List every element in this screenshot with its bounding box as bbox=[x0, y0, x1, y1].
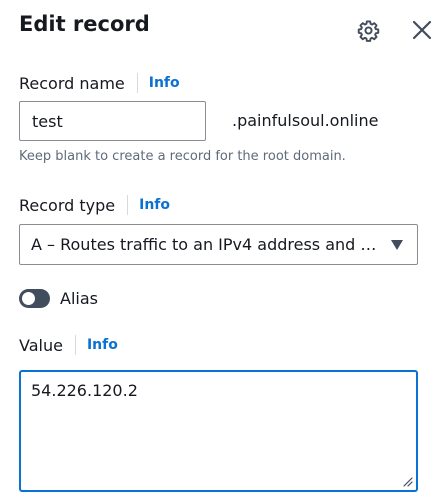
record-name-info-link[interactable]: Info bbox=[149, 75, 180, 91]
label-divider bbox=[136, 73, 138, 93]
value-textarea[interactable]: 54.226.120.2 bbox=[19, 370, 418, 492]
label-divider bbox=[127, 195, 129, 215]
record-name-input[interactable]: test bbox=[19, 101, 206, 141]
toggle-knob bbox=[22, 291, 35, 305]
label-divider bbox=[74, 335, 76, 355]
record-type-label: Record type bbox=[19, 195, 116, 215]
record-type-select[interactable]: A – Routes traffic to an IPv4 address an… bbox=[19, 224, 418, 265]
value-info-link[interactable]: Info bbox=[87, 337, 118, 353]
panel-title: Edit record bbox=[19, 12, 150, 36]
value-label-row: Value Info bbox=[19, 333, 118, 357]
alias-toggle[interactable] bbox=[19, 288, 50, 308]
caret-down-icon bbox=[391, 240, 403, 250]
record-name-hint: Keep blank to create a record for the ro… bbox=[19, 149, 346, 164]
value-text: 54.226.120.2 bbox=[31, 381, 138, 400]
record-name-label-row: Record name Info bbox=[19, 71, 180, 95]
gear-icon[interactable] bbox=[357, 19, 380, 42]
value-label: Value bbox=[19, 335, 63, 355]
resize-handle-icon[interactable] bbox=[402, 476, 413, 487]
record-type-selected-value: A – Routes traffic to an IPv4 address an… bbox=[31, 235, 377, 254]
record-type-info-link[interactable]: Info bbox=[139, 197, 170, 213]
edit-record-panel: Edit record Record name Info test .painf… bbox=[0, 0, 442, 502]
close-icon[interactable] bbox=[409, 17, 435, 43]
record-name-label: Record name bbox=[19, 73, 125, 93]
alias-label: Alias bbox=[60, 288, 98, 308]
alias-toggle-row: Alias bbox=[19, 286, 98, 310]
record-type-label-row: Record type Info bbox=[19, 193, 170, 217]
record-name-value: test bbox=[32, 111, 63, 131]
domain-suffix: .painfulsoul.online bbox=[232, 111, 379, 130]
